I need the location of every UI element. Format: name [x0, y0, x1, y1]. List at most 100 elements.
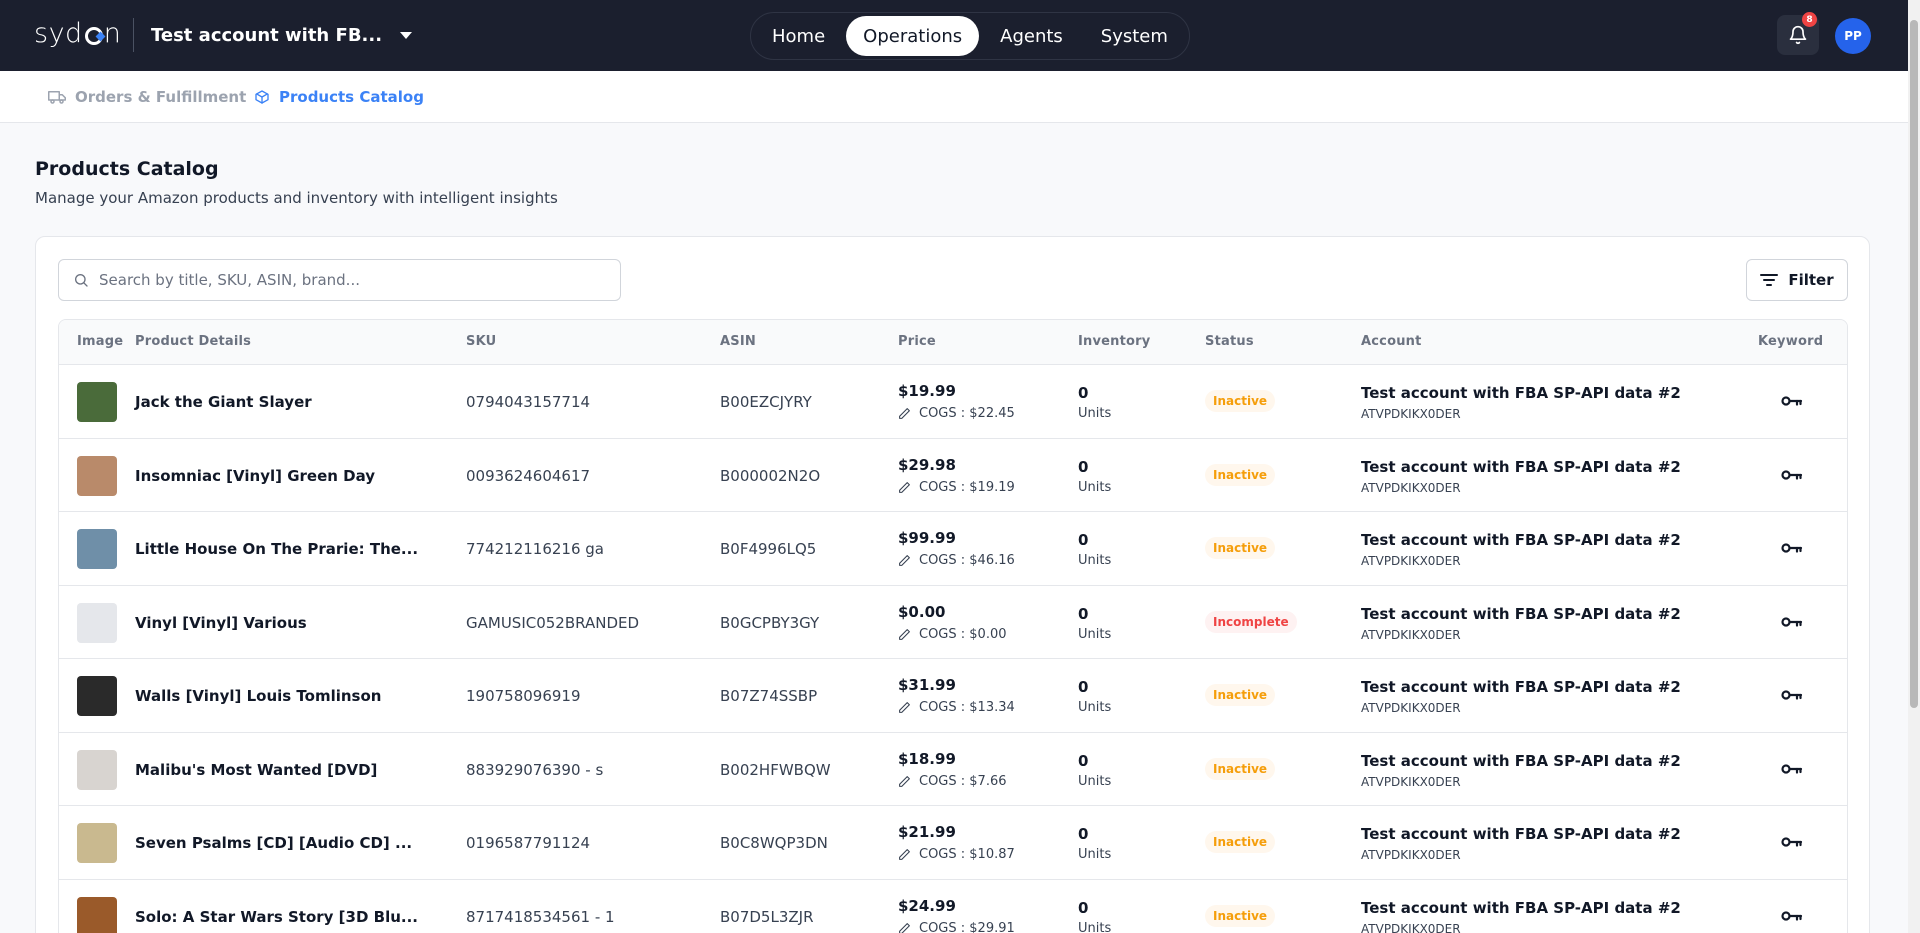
keyword-button[interactable] — [1781, 539, 1803, 558]
cogs-edit[interactable]: COGS : $19.19 — [898, 480, 1015, 495]
product-title[interactable]: Seven Psalms [CD] [Audio CD] ... — [135, 834, 412, 852]
cogs-edit[interactable]: COGS : $13.34 — [898, 700, 1015, 715]
nav-operations[interactable]: Operations — [846, 16, 980, 56]
account-name: Test account with FBA SP-API data #2 — [1361, 751, 1681, 770]
product-image[interactable] — [77, 382, 117, 422]
cogs-edit[interactable]: COGS : $10.87 — [898, 847, 1015, 862]
cogs-edit[interactable]: COGS : $7.66 — [898, 774, 1007, 789]
product-sku: 0196587791124 — [466, 834, 591, 852]
product-price: $24.99 — [898, 896, 956, 915]
header-asin: ASIN — [720, 334, 756, 349]
account-name: Test account with FBA SP-API data #2 — [1361, 678, 1681, 696]
nav-agents[interactable]: Agents — [983, 16, 1080, 56]
product-price: $21.99 — [898, 823, 956, 841]
filter-button[interactable]: Filter — [1746, 259, 1848, 301]
table-header: Image Product Details SKU ASIN Price Inv… — [59, 320, 1847, 365]
inventory-count: 0 — [1078, 531, 1089, 549]
product-image[interactable] — [77, 602, 117, 643]
product-image[interactable] — [77, 749, 117, 790]
logo-mark-icon — [84, 26, 103, 45]
sydon-logo[interactable]: syd n — [34, 18, 121, 49]
pencil-icon — [899, 702, 910, 713]
cogs-value: COGS : $7.66 — [919, 773, 1007, 789]
pencil-icon — [899, 481, 910, 493]
inventory-units: Units — [1078, 847, 1112, 862]
account-id: ATVPDKIKX0DER — [1361, 480, 1461, 495]
header-image: Image — [77, 334, 124, 349]
table-row[interactable]: Walls [Vinyl] Louis Tomlinson 19075809691… — [59, 659, 1847, 733]
caret-down-icon — [400, 31, 413, 39]
status-badge: Inactive — [1205, 463, 1276, 486]
keyword-button[interactable] — [1781, 833, 1803, 852]
inventory-count: 0 — [1078, 604, 1089, 623]
table-row[interactable]: Seven Psalms [CD] [Audio CD] ... 01965877… — [59, 806, 1847, 880]
product-title[interactable]: Little House On The Prarie: The... — [135, 540, 418, 558]
cogs-edit[interactable]: COGS : $46.16 — [898, 553, 1015, 568]
keyword-button[interactable] — [1781, 466, 1803, 485]
cogs-edit[interactable]: COGS : $29.91 — [898, 921, 1015, 933]
pencil-icon — [899, 555, 910, 566]
nav-system[interactable]: System — [1084, 16, 1185, 56]
logo-text-end: n — [103, 18, 122, 49]
scrollbar-thumb[interactable] — [1910, 20, 1918, 708]
pencil-icon — [899, 628, 910, 640]
cogs-edit[interactable]: COGS : $0.00 — [898, 627, 1007, 642]
product-sku: 190758096919 — [466, 687, 581, 705]
notifications-button[interactable]: 8 — [1777, 12, 1819, 55]
product-title[interactable]: Vinyl [Vinyl] Various — [135, 614, 307, 632]
inventory-units: Units — [1078, 626, 1112, 642]
page-scrollbar[interactable] — [1908, 0, 1920, 933]
nav-home[interactable]: Home — [755, 16, 842, 56]
table-row[interactable]: Little House On The Prarie: The... 774212… — [59, 512, 1847, 586]
keyword-button[interactable] — [1781, 907, 1803, 926]
search-input[interactable] — [99, 271, 599, 289]
product-image[interactable] — [77, 896, 117, 933]
subnav-products-catalog[interactable]: Products Catalog — [254, 88, 424, 106]
product-title[interactable]: Solo: A Star Wars Story [3D Blu... — [135, 908, 418, 926]
cogs-edit[interactable]: COGS : $22.45 — [898, 406, 1015, 421]
inventory-count: 0 — [1078, 751, 1089, 770]
product-price: $18.99 — [898, 749, 956, 768]
inventory-units: Units — [1078, 479, 1112, 495]
keyword-button[interactable] — [1781, 392, 1803, 411]
product-image[interactable] — [77, 529, 117, 569]
keyword-button[interactable] — [1781, 686, 1803, 705]
product-title[interactable]: Walls [Vinyl] Louis Tomlinson — [135, 687, 381, 705]
product-image[interactable] — [77, 676, 117, 716]
product-title[interactable]: Insomniac [Vinyl] Green Day — [135, 467, 375, 485]
header-keyword: Keyword — [1758, 334, 1824, 349]
product-title[interactable]: Malibu's Most Wanted [DVD] — [135, 761, 377, 779]
product-sku: 774212116216 ga — [466, 540, 605, 558]
account-id: ATVPDKIKX0DER — [1361, 774, 1461, 789]
table-row[interactable]: Jack the Giant Slayer 0794043157714 B00EZC… — [59, 365, 1847, 439]
table-row[interactable]: Malibu's Most Wanted [DVD] 883929076390 -… — [59, 733, 1847, 806]
account-name: Test account with FBA SP-API data #2 — [1361, 384, 1681, 402]
product-asin: B0C8WQP3DN — [720, 834, 828, 852]
account-selector[interactable]: Test account with FB... — [151, 18, 413, 52]
table-row[interactable]: Solo: A Star Wars Story [3D Blu... 871741… — [59, 880, 1847, 933]
status-badge: Inactive — [1205, 904, 1276, 927]
search-box[interactable] — [58, 259, 621, 301]
user-avatar[interactable]: PP — [1835, 18, 1871, 54]
keyword-button[interactable] — [1781, 613, 1803, 632]
inventory-units: Units — [1078, 553, 1112, 568]
product-image[interactable] — [77, 823, 117, 863]
product-price: $99.99 — [898, 529, 956, 547]
table-row[interactable]: Insomniac [Vinyl] Green Day 0093624604617… — [59, 439, 1847, 512]
account-id: ATVPDKIKX0DER — [1361, 407, 1461, 421]
product-image[interactable] — [77, 455, 117, 496]
status-badge: Inactive — [1205, 537, 1276, 559]
truck-icon — [48, 91, 66, 104]
status-badge: Inactive — [1205, 757, 1276, 780]
key-icon — [1781, 616, 1803, 627]
table-row[interactable]: Vinyl [Vinyl] Various GAMUSIC052BRANDED B0… — [59, 586, 1847, 659]
product-asin: B00EZCJYRY — [720, 393, 812, 411]
inventory-count: 0 — [1078, 825, 1089, 843]
key-icon — [1781, 690, 1803, 700]
main-nav: Home Operations Agents System — [750, 12, 1190, 60]
subnav-orders-fulfillment[interactable]: Orders & Fulfillment — [48, 88, 246, 106]
keyword-button[interactable] — [1781, 760, 1803, 779]
product-title[interactable]: Jack the Giant Slayer — [135, 393, 312, 411]
inventory-units: Units — [1078, 700, 1112, 715]
account-name: Test account with FBA SP-API data #2 — [1361, 457, 1681, 476]
